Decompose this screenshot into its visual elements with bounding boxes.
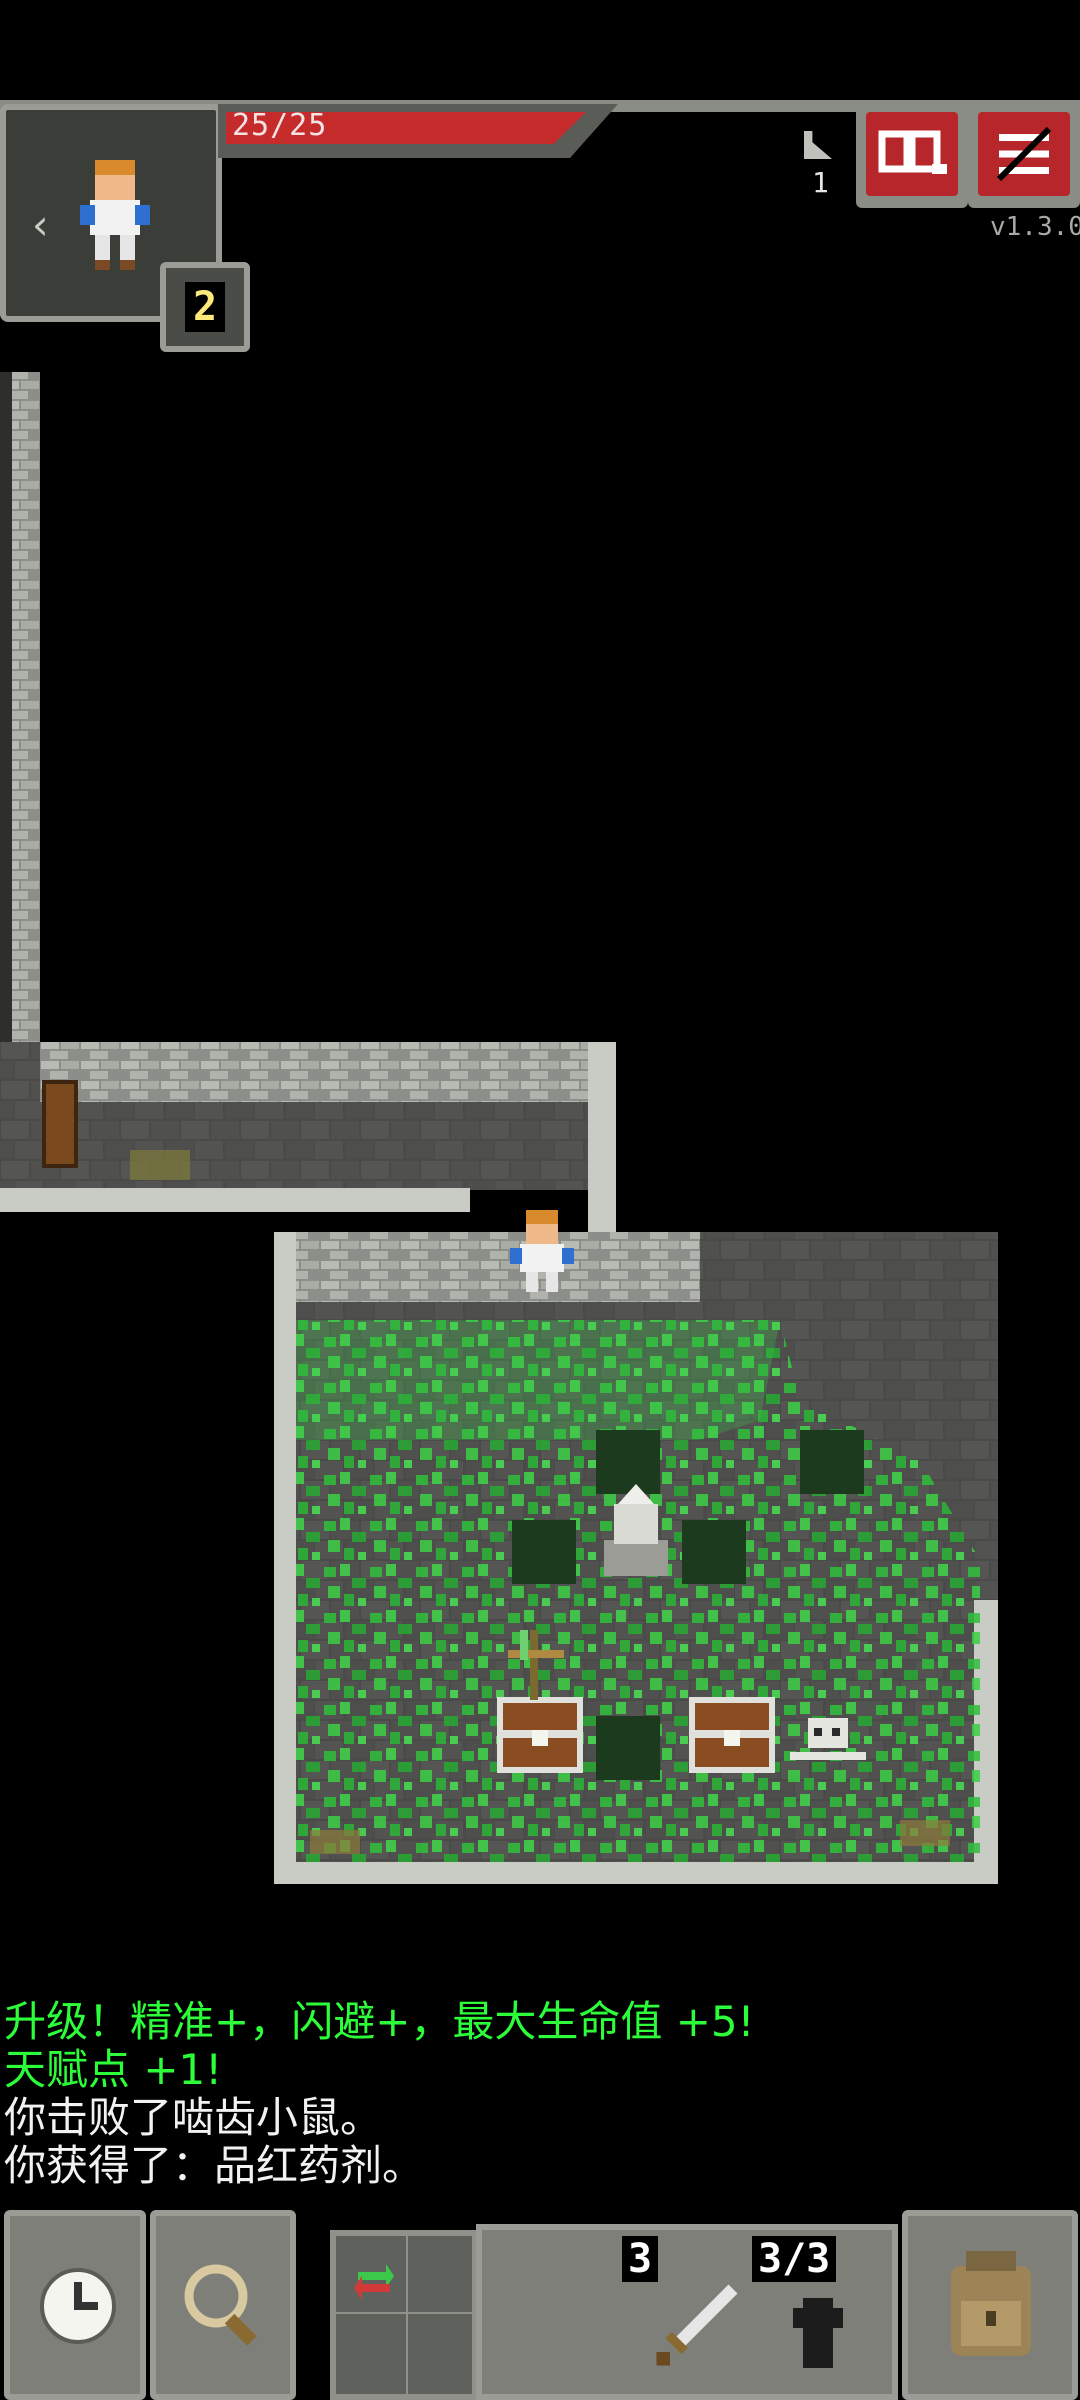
journal-icon [866,112,958,196]
search-button[interactable] [150,2210,296,2400]
thrown-weapon-quickslot[interactable]: 3/3 [752,2230,892,2394]
log-line: 你击败了啮齿小鼠。 [4,2093,383,2142]
menu-button[interactable] [968,104,1080,208]
dart-icon [793,2298,843,2368]
log-line: 升级！精准+，闪避+，最大生命值 +5! [4,1997,755,2046]
corridor-wall-top [40,1042,616,1102]
quickslot-swap-area[interactable] [330,2230,478,2400]
depth-value: 1 [812,166,829,199]
hero-level-value: 2 [184,282,226,332]
empty-quickslot[interactable] [482,2230,622,2394]
hp-text: 25/25 [232,108,328,143]
room-wall-top [274,1232,700,1302]
dark-grass-tile [596,1430,660,1494]
log-line: 你获得了：品红药剂。 [4,2141,425,2190]
floor-weeds [310,1830,360,1854]
swap-icon [354,2264,394,2300]
backpack-button[interactable] [902,2210,1078,2400]
quickslot-bar[interactable]: 3 3/3 [476,2224,898,2400]
dark-grass-tile [512,1520,576,1584]
depth-stairs-icon [804,131,832,159]
dark-grass-tile [596,1716,660,1780]
room-wall-left [274,1232,296,1884]
room-wall-bottom [274,1862,998,1884]
backpack-icon [951,2251,1031,2356]
log-line: 天赋点 +1! [4,2045,223,2094]
grass-glow [296,1320,780,1440]
weapon-quickslot[interactable]: 3 [622,2230,752,2394]
clock-icon [40,2268,116,2344]
corridor-wall-bottom [0,1188,470,1212]
weapon-count: 3 [622,2236,659,2282]
ammo-count: 3/3 [752,2236,837,2282]
back-arrow-icon: ‹ [28,200,54,249]
floor-weeds [900,1820,950,1846]
version-label: v1.3.0 [990,212,1080,242]
hero-portrait-icon [80,160,150,270]
menu-icon [978,112,1070,196]
sword-icon [656,2284,738,2366]
journal-button[interactable] [856,104,968,208]
hero-level-badge: 2 [160,262,250,352]
corridor-wall-right [588,1042,616,1242]
treasure-chest-icon[interactable] [497,1697,583,1773]
dark-grass-tile [800,1430,864,1494]
dungeon-map[interactable] [0,360,1080,1930]
wooden-door[interactable] [42,1080,78,1168]
wait-button[interactable] [4,2210,146,2400]
magnifier-icon [184,2264,257,2346]
wall-shadow [0,372,12,1062]
floor-weeds [130,1150,190,1180]
dark-grass-tile [682,1520,746,1584]
game-log: 升级！精准+，闪避+，最大生命值 +5! 天赋点 +1! 你击败了啮齿小鼠。 你… [4,1998,1074,2190]
treasure-chest-icon[interactable] [689,1697,775,1773]
